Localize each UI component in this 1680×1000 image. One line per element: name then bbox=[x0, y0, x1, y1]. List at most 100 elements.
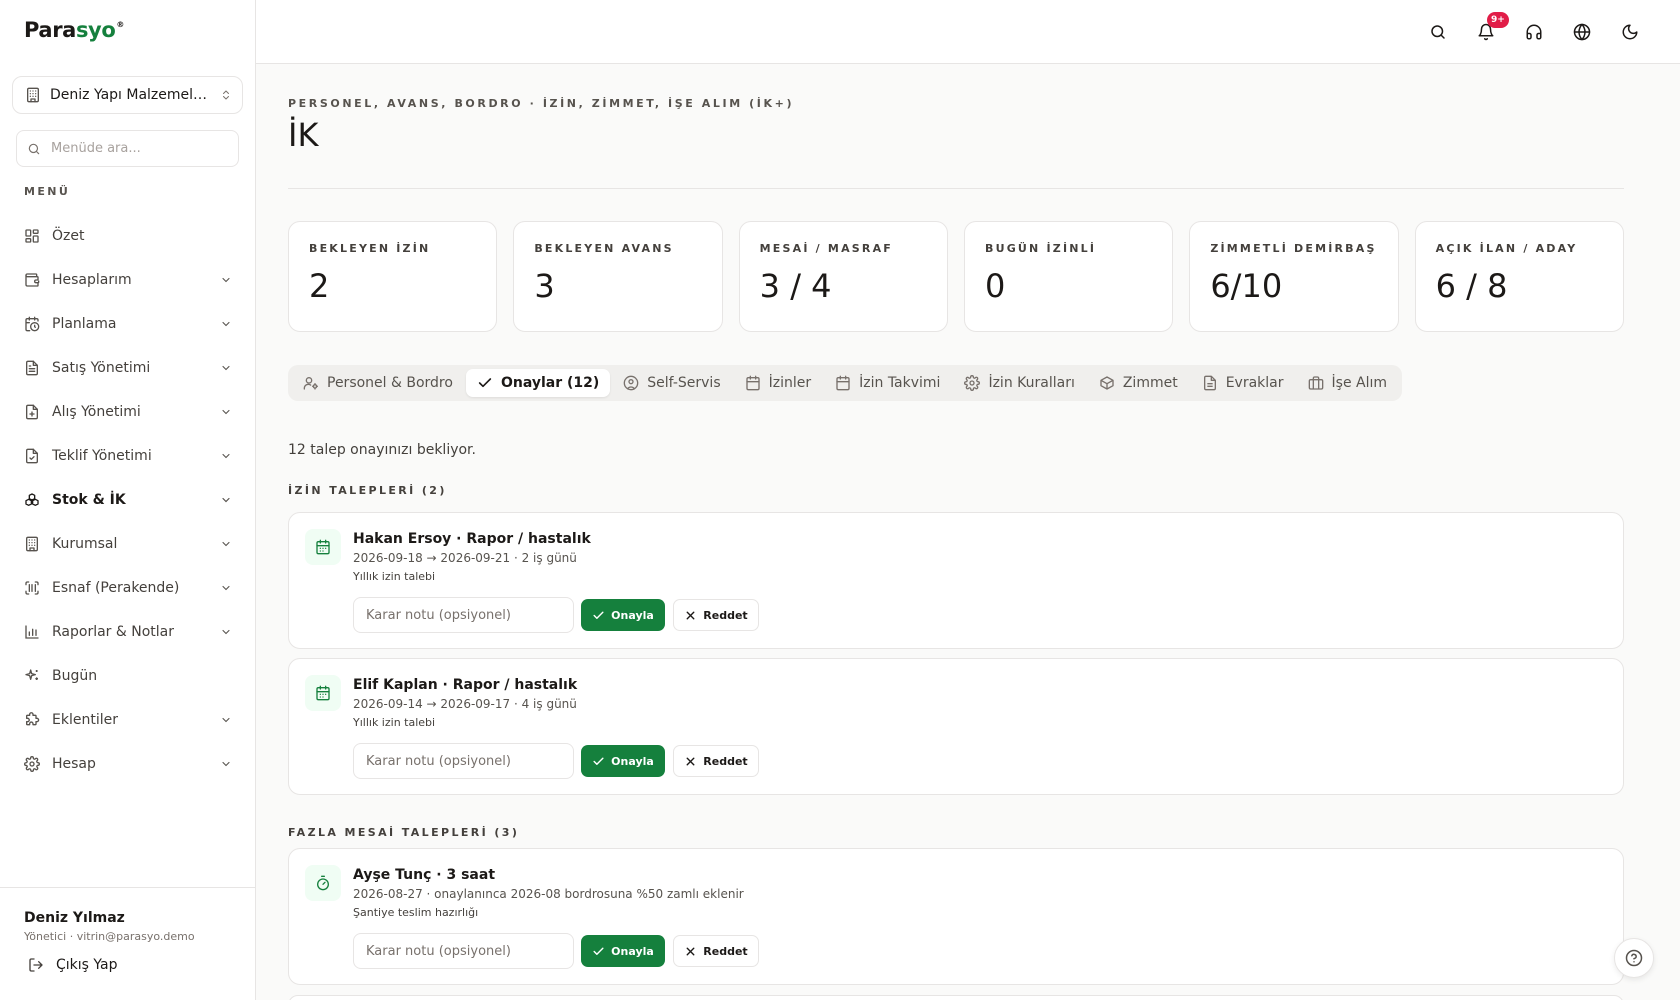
menu-section-label: MENÜ bbox=[24, 185, 71, 198]
approve-label: Onayla bbox=[611, 754, 654, 768]
stat-label: MESAİ / MASRAF bbox=[759, 242, 894, 255]
chevron-down-icon bbox=[222, 629, 230, 635]
theme-toggle-button[interactable] bbox=[1618, 20, 1642, 44]
moon-icon bbox=[1622, 24, 1638, 40]
puzzle-icon bbox=[26, 712, 40, 726]
next-request-card-peek bbox=[288, 995, 1624, 1000]
tab-izin-takvimi[interactable]: İzin Takvimi bbox=[824, 369, 951, 397]
logout-button[interactable]: Çıkış Yap bbox=[24, 957, 231, 973]
chevron-down-icon bbox=[222, 717, 230, 723]
sidebar-item-teklif-yonetimi[interactable]: Teklif Yönetimi bbox=[12, 434, 244, 478]
check-icon bbox=[593, 947, 604, 955]
file-icon bbox=[1203, 375, 1216, 391]
tab-label: İşe Alım bbox=[1331, 375, 1387, 391]
building-icon bbox=[26, 536, 38, 552]
user-role-email: Yönetici · vitrin@parasyo.demo bbox=[24, 930, 195, 943]
stat-card-pending-leave: BEKLEYEN İZİN 2 bbox=[288, 221, 498, 332]
sidebar-item-label: Bugün bbox=[52, 668, 98, 684]
tab-label: İzinler bbox=[768, 375, 812, 391]
decision-note-input[interactable] bbox=[353, 597, 574, 633]
boxes-icon bbox=[25, 493, 39, 506]
request-type-badge bbox=[305, 675, 341, 711]
reject-button[interactable]: Reddet bbox=[673, 935, 759, 967]
request-type-badge bbox=[305, 865, 341, 901]
request-dates: 2026-09-18 → 2026-09-21 · 2 iş günü bbox=[353, 551, 577, 565]
approve-button[interactable]: Onayla bbox=[581, 745, 665, 777]
sidebar-item-eklentiler[interactable]: Eklentiler bbox=[12, 698, 244, 742]
chevron-down-icon bbox=[222, 453, 230, 459]
sidebar-item-raporlar-notlar[interactable]: Raporlar & Notlar bbox=[12, 610, 244, 654]
stat-value: 0 bbox=[984, 267, 1006, 305]
calendar-icon bbox=[745, 375, 760, 391]
request-title: Elif Kaplan · Rapor / hastalık bbox=[353, 677, 578, 693]
company-name: Deniz Yapı Malzemeleri... bbox=[50, 87, 214, 103]
reject-button[interactable]: Reddet bbox=[673, 745, 759, 777]
request-note: Yıllık izin talebi bbox=[353, 570, 436, 583]
tab-label: Onaylar (12) bbox=[500, 375, 600, 391]
reject-label: Reddet bbox=[703, 754, 748, 768]
request-title: Ayşe Tunç · 3 saat bbox=[353, 867, 496, 883]
stat-card-on-leave-today: BUGÜN İZİNLİ 0 bbox=[963, 221, 1174, 332]
approve-button[interactable]: Onayla bbox=[581, 935, 665, 967]
sidebar-item-bugun[interactable]: Bugün bbox=[12, 654, 244, 698]
logout-icon bbox=[29, 958, 43, 972]
sidebar-item-planlama[interactable]: Planlama bbox=[12, 302, 244, 346]
scan-barcode-icon bbox=[25, 581, 39, 595]
request-dates: 2026-09-14 → 2026-09-17 · 4 iş günü bbox=[353, 697, 577, 711]
help-button[interactable] bbox=[1614, 938, 1654, 978]
language-button[interactable] bbox=[1570, 20, 1594, 44]
approve-button[interactable]: Onayla bbox=[581, 599, 665, 631]
brand-name-part1: Para bbox=[24, 18, 76, 42]
tab-izin-kurallari[interactable]: İzin Kuralları bbox=[953, 369, 1085, 397]
approvals-summary: 12 talep onayınızı bekliyor. bbox=[288, 442, 476, 458]
search-icon bbox=[1431, 25, 1445, 39]
topbar bbox=[256, 0, 1680, 64]
tab-onaylar[interactable]: Onaylar (12) bbox=[465, 369, 611, 397]
leave-requests-heading: İZİN TALEPLERİ (2) bbox=[288, 484, 447, 497]
ik-tabs: Personel & Bordro Onaylar (12) Self-Serv… bbox=[288, 365, 1402, 401]
notification-count-badge: 9+ bbox=[1487, 12, 1509, 28]
tab-ise-alim[interactable]: İşe Alım bbox=[1297, 369, 1398, 397]
close-icon bbox=[686, 757, 695, 765]
tab-self-servis[interactable]: Self-Servis bbox=[612, 369, 731, 397]
sidebar-item-alis-yonetimi[interactable]: Alış Yönetimi bbox=[12, 390, 244, 434]
tab-evraklar[interactable]: Evraklar bbox=[1191, 369, 1295, 397]
sidebar-item-label: Alış Yönetimi bbox=[52, 404, 141, 420]
reject-button[interactable]: Reddet bbox=[673, 599, 759, 631]
search-button[interactable] bbox=[1426, 20, 1450, 44]
company-switcher[interactable]: Deniz Yapı Malzemeleri... bbox=[12, 76, 243, 114]
tab-label: İzin Kuralları bbox=[988, 375, 1075, 391]
decision-note-input[interactable] bbox=[353, 933, 574, 969]
tab-izinler[interactable]: İzinler bbox=[734, 369, 823, 397]
check-icon bbox=[593, 757, 604, 765]
stat-label: BEKLEYEN İZİN bbox=[309, 242, 431, 255]
sidebar-item-ozet[interactable]: Özet bbox=[12, 214, 244, 258]
tab-personel-bordro[interactable]: Personel & Bordro bbox=[292, 369, 464, 397]
close-icon bbox=[686, 611, 695, 619]
stat-card-overtime-expense: MESAİ / MASRAF 3 / 4 bbox=[738, 221, 948, 332]
support-button[interactable] bbox=[1522, 20, 1546, 44]
menu-search-input[interactable] bbox=[51, 141, 221, 156]
sidebar-user-panel: Deniz Yılmaz Yönetici · vitrin@parasyo.d… bbox=[0, 887, 255, 1000]
chevron-down-icon bbox=[222, 409, 230, 415]
sidebar-item-hesap[interactable]: Hesap bbox=[12, 742, 244, 786]
sidebar-item-satis-yonetimi[interactable]: Satış Yönetimi bbox=[12, 346, 244, 390]
stat-label: AÇIK İLAN / ADAY bbox=[1435, 242, 1578, 255]
stats-row: BEKLEYEN İZİN 2 BEKLEYEN AVANS 3 MESAİ /… bbox=[288, 221, 1624, 332]
sidebar-item-label: Raporlar & Notlar bbox=[52, 624, 175, 640]
sidebar-item-kurumsal[interactable]: Kurumsal bbox=[12, 522, 244, 566]
brand-logo[interactable]: Para syo ® bbox=[24, 18, 124, 44]
sidebar-item-label: Hesaplarım bbox=[52, 272, 132, 288]
decision-note-input[interactable] bbox=[353, 743, 574, 779]
sidebar-item-esnaf[interactable]: Esnaf (Perakende) bbox=[12, 566, 244, 610]
stat-value: 3 / 4 bbox=[759, 267, 832, 305]
tab-zimmet[interactable]: Zimmet bbox=[1088, 369, 1189, 397]
sidebar-item-stok-ik[interactable]: Stok & İK bbox=[12, 478, 244, 522]
chevron-down-icon bbox=[222, 541, 230, 547]
tab-label: Evraklar bbox=[1225, 375, 1284, 391]
header-divider bbox=[288, 188, 1624, 189]
menu-search[interactable] bbox=[16, 130, 239, 167]
sidebar-item-hesaplarim[interactable]: Hesaplarım bbox=[12, 258, 244, 302]
leave-request-card: Hakan Ersoy · Rapor / hastalık 2026-09-1… bbox=[288, 512, 1624, 649]
sidebar-item-label: Esnaf (Perakende) bbox=[52, 580, 180, 596]
